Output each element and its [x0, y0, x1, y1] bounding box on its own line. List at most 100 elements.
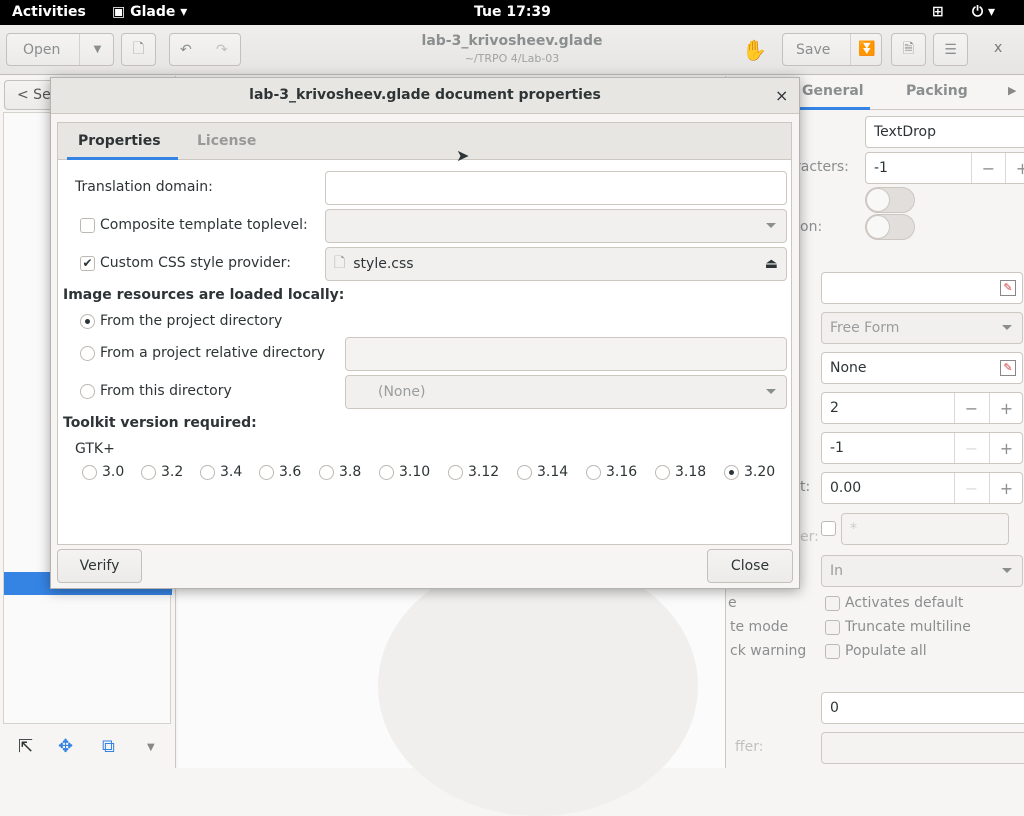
toolkit-heading: Toolkit version required: — [63, 415, 257, 431]
version-label: 3.4 — [220, 464, 243, 480]
spin-field[interactable]: -1− + — [821, 432, 1023, 464]
toggle-switch[interactable] — [865, 214, 915, 240]
version-radio-3.14[interactable] — [517, 465, 532, 480]
custom-css-label: Custom CSS style provider: — [100, 255, 291, 271]
edit-icon: ✎ — [1000, 360, 1016, 376]
version-radio-3.2[interactable] — [141, 465, 156, 480]
property-label: t: — [800, 479, 811, 495]
tab-general[interactable]: General — [802, 83, 864, 99]
version-radio-3.10[interactable] — [379, 465, 394, 480]
pointer-icon[interactable]: ⇱ — [18, 736, 33, 757]
image-resources-heading: Image resources are loaded locally: — [63, 287, 345, 303]
relative-directory-input[interactable] — [345, 337, 787, 371]
css-file-chooser[interactable]: 🗋 style.css ⏏ — [325, 247, 787, 281]
invisible-char-field[interactable]: * — [841, 513, 1009, 545]
power-icon[interactable]: ⏻ ▾ — [972, 4, 995, 20]
network-icon[interactable]: ⊞ — [932, 4, 944, 20]
populate-all-checkbox[interactable] — [825, 644, 840, 659]
directory-combo[interactable]: (None) — [345, 375, 787, 409]
toggle-switch[interactable] — [865, 187, 915, 213]
property-label: er: — [800, 529, 819, 545]
tab-license[interactable]: License — [197, 133, 256, 149]
chevron-right-icon[interactable]: ▶ — [1008, 84, 1016, 97]
zero-field[interactable]: 0 — [821, 692, 1024, 724]
translation-domain-label: Translation domain: — [75, 179, 213, 195]
version-label: 3.12 — [468, 464, 500, 480]
composite-combo[interactable] — [325, 209, 787, 243]
version-radio-3.6[interactable] — [259, 465, 274, 480]
drag-resize-icon[interactable]: ⧉ — [102, 736, 115, 757]
property-label: on: — [800, 219, 823, 235]
save-as-icon: ⏬ — [850, 34, 883, 65]
version-label: 3.6 — [279, 464, 302, 480]
from-this-radio[interactable] — [80, 384, 95, 399]
custom-css-checkbox[interactable]: ✔ — [80, 256, 95, 271]
truncate-multiline-label: Truncate multiline — [845, 619, 971, 635]
tab-properties[interactable]: Properties — [78, 133, 161, 149]
buffer-field[interactable] — [821, 732, 1024, 764]
from-this-label: From this directory — [100, 383, 232, 399]
version-label: 3.10 — [399, 464, 431, 480]
property-label: ck warning — [730, 643, 807, 659]
activities-button[interactable]: Activities — [12, 4, 86, 20]
version-label: 3.16 — [606, 464, 638, 480]
dialog-titlebar: lab-3_krivosheev.glade document properti… — [51, 78, 799, 114]
spin-field[interactable]: 0.00− + — [821, 472, 1023, 504]
verify-button[interactable]: Verify — [57, 549, 142, 583]
mouse-cursor-icon: ➤ — [456, 146, 470, 165]
version-radio-3.4[interactable] — [200, 465, 215, 480]
app-menu[interactable]: ▣ Glade ▾ — [112, 4, 187, 20]
from-project-radio[interactable] — [80, 314, 95, 329]
file-icon: 🗋 — [334, 255, 346, 271]
header-bar: Open ▼ 🗋 ↶ ↷ lab-3_krivosheev.glade ~/TRPO… — [0, 25, 1024, 75]
version-label: 3.18 — [675, 464, 707, 480]
version-label: 3.14 — [537, 464, 569, 480]
version-radio-3.16[interactable] — [586, 465, 601, 480]
chevron-down-icon[interactable]: ▼ — [147, 742, 155, 753]
version-label: 3.0 — [102, 464, 125, 480]
translation-domain-input[interactable] — [325, 171, 787, 205]
menu-icon[interactable]: ☰ — [933, 33, 968, 66]
invisible-char-checkbox[interactable] — [821, 521, 836, 536]
glade-logo-icon: ✋ — [742, 38, 767, 62]
version-label: 3.2 — [161, 464, 184, 480]
free-form-combo[interactable]: Free Form — [821, 312, 1023, 344]
version-radio-3.12[interactable] — [448, 465, 463, 480]
populate-all-label: Populate all — [845, 643, 927, 659]
document-properties-dialog: lab-3_krivosheev.glade document properti… — [50, 77, 800, 589]
tab-indicator — [67, 157, 178, 160]
print-preview-icon[interactable]: 🗎 — [891, 33, 926, 66]
from-relative-radio[interactable] — [80, 346, 95, 361]
version-label: 3.20 — [744, 464, 776, 480]
shadow-combo[interactable]: In — [821, 555, 1023, 587]
property-label: te mode — [730, 619, 789, 635]
close-button[interactable]: Close — [707, 549, 793, 583]
spin-field[interactable]: 2− + — [821, 392, 1023, 424]
from-relative-label: From a project relative directory — [100, 345, 326, 361]
version-radio-3.18[interactable] — [655, 465, 670, 480]
edit-icon: ✎ — [1000, 280, 1016, 296]
glade-watermark-icon — [378, 556, 698, 816]
version-radio-3.20[interactable] — [724, 465, 739, 480]
from-project-label: From the project directory — [100, 313, 283, 329]
max-chars-spin[interactable]: -1− + — [865, 152, 1024, 184]
property-label: ffer: — [735, 739, 764, 755]
activates-default-checkbox[interactable] — [825, 596, 840, 611]
name-field[interactable]: TextDrop — [865, 116, 1024, 148]
composite-checkbox[interactable] — [80, 218, 95, 233]
version-radio-3.8[interactable] — [319, 465, 334, 480]
version-radio-3.0[interactable] — [82, 465, 97, 480]
tab-packing[interactable]: Packing — [906, 83, 968, 99]
dialog-title: lab-3_krivosheev.glade document properti… — [249, 87, 601, 103]
text-field[interactable]: ✎ — [821, 272, 1023, 304]
move-icon[interactable]: ✥ — [58, 736, 73, 757]
property-label: e — [728, 595, 737, 611]
none-field[interactable]: None ✎ — [821, 352, 1023, 384]
window-close-button[interactable]: x — [994, 40, 1002, 56]
save-button[interactable]: Save ⏬ — [782, 33, 882, 66]
dialog-close-icon[interactable]: × — [775, 86, 788, 105]
truncate-multiline-checkbox[interactable] — [825, 620, 840, 635]
gtk-label: GTK+ — [75, 441, 115, 457]
clock[interactable]: Tue 17:39 — [474, 4, 551, 20]
top-bar: Activities ▣ Glade ▾ Tue 17:39 ⊞ ⏻ ▾ — [0, 0, 1024, 25]
